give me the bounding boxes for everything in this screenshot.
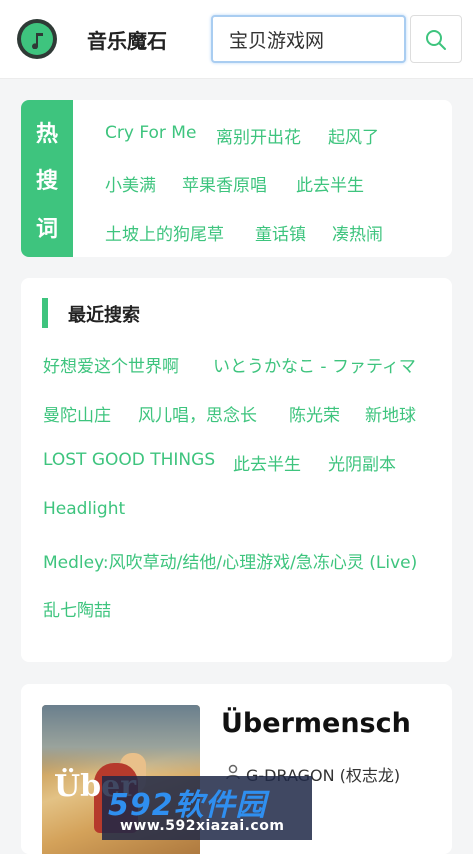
recent-search-item[interactable]: 风儿唱，思念长 [138, 401, 257, 426]
recent-search-item[interactable]: 新地球 [365, 401, 416, 426]
watermark: 592软件园 www.592xiazai.com [102, 776, 312, 840]
hot-search-item[interactable]: 凑热闹 [332, 220, 383, 245]
app-header: 音乐魔石 [0, 0, 473, 79]
hot-search-item[interactable]: 离别开出花 [216, 123, 301, 148]
hot-search-item[interactable]: 小美满 [105, 171, 156, 196]
hot-badge-char: 热 [36, 122, 59, 147]
hot-badge-char: 词 [36, 217, 59, 242]
search-icon [426, 30, 446, 50]
section-accent-bar [42, 298, 48, 328]
recent-search-item[interactable]: 陈光荣 [289, 401, 340, 426]
search-input[interactable] [213, 17, 393, 61]
hot-search-item[interactable]: 土坡上的狗尾草 [105, 220, 224, 245]
recent-search-item[interactable]: Medley:风吹草动/结他/心理游戏/急冻心灵 (Live) [43, 548, 429, 573]
hot-search-item[interactable]: Cry For Me [105, 123, 196, 143]
music-note-icon [21, 23, 53, 55]
app-title: 音乐魔石 [87, 29, 167, 53]
hot-search-item[interactable]: 此去半生 [296, 171, 364, 196]
hot-search-card: 热 搜 词 Cry For Me 离别开出花 起风了 小美满 苹果香原唱 此去半… [21, 100, 452, 257]
recent-search-item[interactable]: Headlight [43, 499, 125, 519]
recent-search-card: 最近搜索 好想爱这个世界啊 いとうかなこ - ファティマ 曼陀山庄 风儿唱，思念… [21, 278, 452, 662]
recent-search-item[interactable]: いとうかなこ - ファティマ [213, 352, 416, 377]
recent-search-item[interactable]: 光阴副本 [328, 450, 396, 475]
hot-badge-char: 搜 [36, 169, 59, 194]
watermark-url: www.592xiazai.com [120, 818, 285, 834]
song-title[interactable]: Übermensch [221, 708, 411, 739]
recent-search-item[interactable]: 好想爱这个世界啊 [43, 352, 179, 377]
hot-search-badge: 热 搜 词 [21, 100, 73, 257]
hot-search-item[interactable]: 苹果香原唱 [182, 171, 267, 196]
recent-search-title: 最近搜索 [68, 305, 140, 326]
search-box[interactable] [211, 15, 406, 63]
recent-search-item[interactable]: 此去半生 [233, 450, 301, 475]
recent-search-item[interactable]: LOST GOOD THINGS [43, 450, 215, 470]
hot-search-item[interactable]: 起风了 [328, 123, 379, 148]
app-logo[interactable] [17, 19, 57, 59]
hot-search-item[interactable]: 童话镇 [255, 220, 306, 245]
search-button[interactable] [410, 15, 462, 63]
recent-search-item[interactable]: 乱七陶喆 [43, 596, 111, 621]
recent-search-item[interactable]: 曼陀山庄 [43, 401, 111, 426]
